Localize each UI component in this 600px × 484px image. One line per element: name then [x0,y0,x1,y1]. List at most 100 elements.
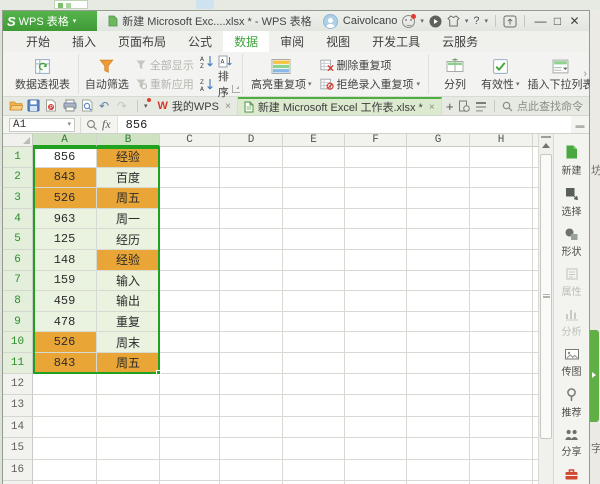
vertical-scrollbar[interactable] [538,134,553,484]
cell-B12[interactable] [97,373,160,396]
cell-H15[interactable] [470,438,533,460]
cell-E12[interactable] [283,373,345,396]
column-header-B[interactable]: B [97,134,160,147]
help-button[interactable]: ? [473,15,479,27]
cell-G10[interactable] [407,332,470,353]
sidebar-item-推荐[interactable]: 推荐 [554,383,589,424]
row-header-11[interactable]: 11 [3,352,33,374]
sort-descending-icon[interactable]: ZA [200,78,214,91]
cell-C13[interactable] [160,395,220,417]
cell-G4[interactable] [407,208,470,230]
cell-B10[interactable]: 周末 [97,332,160,353]
ribbon-button-分列[interactable]: 分列 [433,54,477,94]
sidebar-item-分享[interactable]: 分享 [554,424,589,463]
cell-F14[interactable] [345,416,407,439]
cell-F5[interactable] [345,229,407,250]
cell-D14[interactable] [220,416,283,439]
cell-A4[interactable]: 963 [33,208,97,230]
row-header-15[interactable]: 15 [3,438,33,460]
cell-H12[interactable] [470,373,533,396]
cell-F2[interactable] [345,167,407,189]
row-header-5[interactable]: 5 [3,229,33,250]
cell-C16[interactable] [160,459,220,482]
column-header-E[interactable]: E [283,134,345,147]
cell-G16[interactable] [407,459,470,482]
column-header-H[interactable]: H [470,134,533,147]
save-button[interactable] [27,99,41,113]
cell-D5[interactable] [220,229,283,250]
cell-D9[interactable] [220,311,283,333]
cell-C12[interactable] [160,373,220,396]
new-tab-button[interactable]: + [442,97,458,115]
cell-D12[interactable] [220,373,283,396]
ribbon-tab-审阅[interactable]: 审阅 [269,31,315,52]
cell-B16[interactable] [97,459,160,482]
ribbon-button-插入下拉列表[interactable]: 插入下拉列表 [524,54,598,94]
cell-G1[interactable] [407,147,470,168]
ribbon-tab-视图[interactable]: 视图 [315,31,361,52]
collapse-formula-bar-icon[interactable]: ▬ [571,120,589,130]
cell-H5[interactable] [470,229,533,250]
spreadsheet-grid[interactable]: A B C D E F G H 1 856 经验 2 843 百度 3 526 周五 4 963 周一 5 125 经历 6 1… [3,134,538,484]
cell-E14[interactable] [283,416,345,439]
cell-B1[interactable]: 经验 [97,147,160,168]
restore-up-icon[interactable] [503,15,517,28]
ribbon-tab-页面布局[interactable]: 页面布局 [107,31,177,52]
user-name[interactable]: Caivolcano [343,15,397,27]
cell-A16[interactable] [33,459,97,482]
cell-E1[interactable] [283,147,345,168]
tab-list-icon[interactable] [475,100,487,112]
cell-H13[interactable] [470,395,533,417]
cell-C8[interactable] [160,291,220,312]
cell-E8[interactable] [283,291,345,312]
chevron-down-icon[interactable]: ▾ [465,17,469,25]
ribbon-tab-插入[interactable]: 插入 [61,31,107,52]
ribbon-button-数据透视表[interactable]: 数据透视表 [11,54,74,94]
cell-D16[interactable] [220,459,283,482]
cell-C2[interactable] [160,167,220,189]
export-pdf-button[interactable]: P [45,99,59,113]
document-tab-新建 Microsoft Excel 工作表.xlsx *[interactable]: 新建 Microsoft Excel 工作表.xlsx * × [237,97,442,115]
cell-G7[interactable] [407,270,470,292]
sort-dialog-icon[interactable]: A [218,55,232,68]
row-header-12[interactable]: 12 [3,373,33,396]
ribbon-tab-数据[interactable]: 数据 [223,31,270,52]
row-header-13[interactable]: 13 [3,395,33,417]
cell-G8[interactable] [407,291,470,312]
dialog-launcher-icon[interactable] [232,85,240,93]
cell-C1[interactable] [160,147,220,168]
cell-H2[interactable] [470,167,533,189]
row-header-10[interactable]: 10 [3,332,33,353]
cell-A14[interactable] [33,416,97,439]
cell-A15[interactable] [33,438,97,460]
cell-B15[interactable] [97,438,160,460]
cell-B5[interactable]: 经历 [97,229,160,250]
cell-E11[interactable] [283,352,345,374]
cell-F12[interactable] [345,373,407,396]
cell-D3[interactable] [220,188,283,209]
cell-H9[interactable] [470,311,533,333]
cell-A3[interactable]: 526 [33,188,97,209]
cell-D2[interactable] [220,167,283,189]
scrollbar-thumb[interactable] [540,154,552,439]
skin-theme-icon[interactable] [447,15,460,27]
cell-D11[interactable] [220,352,283,374]
column-header-D[interactable]: D [220,134,283,147]
cell-A1[interactable]: 856 [33,147,97,168]
cell-B14[interactable] [97,416,160,439]
cell-F4[interactable] [345,208,407,230]
ribbon-button-有效性[interactable]: 有效性 ▾ [477,54,524,94]
close-tab-icon[interactable]: × [225,101,231,112]
ribbon-tab-开始[interactable]: 开始 [15,31,61,52]
cell-E6[interactable] [283,249,345,271]
cell-C7[interactable] [160,270,220,292]
cell-A10[interactable]: 526 [33,332,97,353]
ribbon-button-排序[interactable]: 排序 [218,68,236,100]
sidebar-item-传图[interactable]: 传图 [554,343,589,383]
cell-G3[interactable] [407,188,470,209]
cell-G9[interactable] [407,311,470,333]
doc-mode-icon[interactable] [458,100,470,112]
row-header-16[interactable]: 16 [3,459,33,482]
user-avatar[interactable] [322,13,338,29]
cell-F13[interactable] [345,395,407,417]
